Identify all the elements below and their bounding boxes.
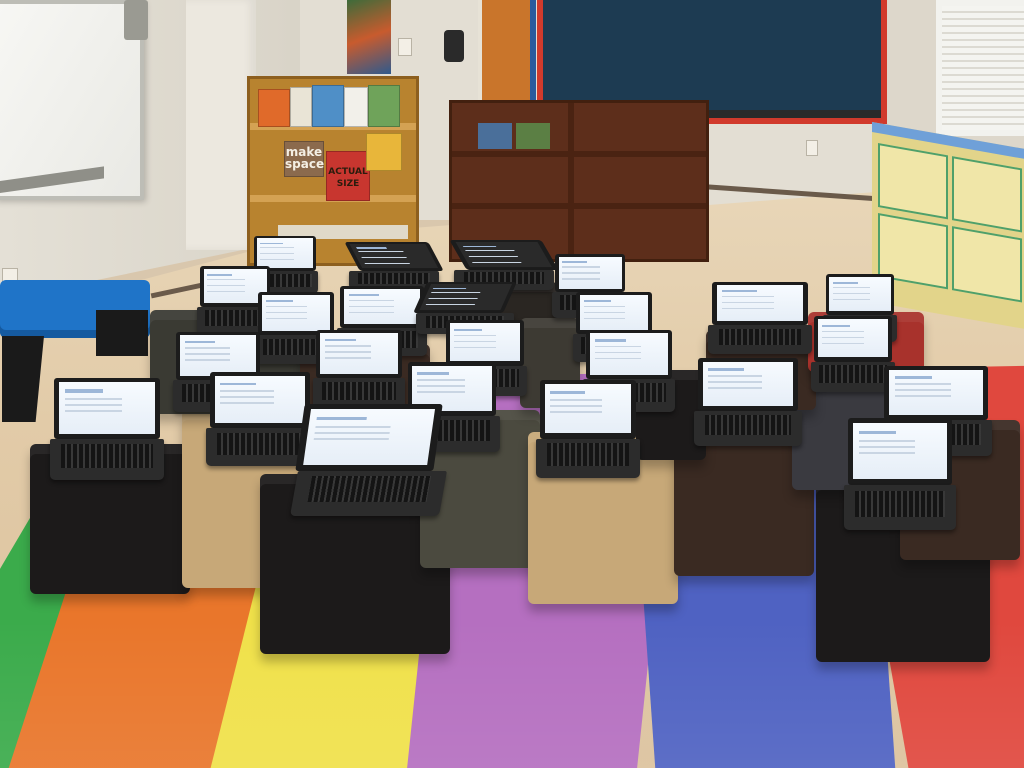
laptop [536, 380, 640, 478]
laptop [810, 316, 896, 392]
wall-phone [444, 30, 464, 62]
window [936, 0, 1024, 136]
projector-mount [124, 0, 148, 40]
power-outlet [806, 140, 818, 156]
doorway [478, 0, 536, 102]
light-switch [398, 38, 412, 56]
book-cover [290, 87, 312, 127]
wooden-cabinet [449, 100, 709, 262]
book-title: make space [285, 145, 325, 171]
laptop [290, 404, 448, 516]
stool-leg [96, 310, 148, 356]
laptop [843, 418, 957, 530]
classroom-photo: make space ACTUAL SIZE [0, 0, 1024, 768]
wall-poster [347, 0, 391, 74]
book-cover [368, 85, 400, 127]
laptop [312, 330, 406, 410]
wall-pillar [186, 0, 256, 250]
book-make-space: make space [284, 141, 324, 177]
laptop [206, 372, 314, 466]
book-title: ACTUAL SIZE [328, 167, 368, 189]
book-cover [344, 87, 368, 127]
book-cover [312, 85, 344, 127]
book-actual-size: ACTUAL SIZE [326, 151, 370, 201]
book-cover [258, 89, 290, 127]
storage-cubby [872, 122, 1024, 329]
laptop [708, 282, 812, 354]
laptop [694, 358, 802, 446]
book-cover [366, 133, 402, 171]
laptop [49, 378, 165, 480]
